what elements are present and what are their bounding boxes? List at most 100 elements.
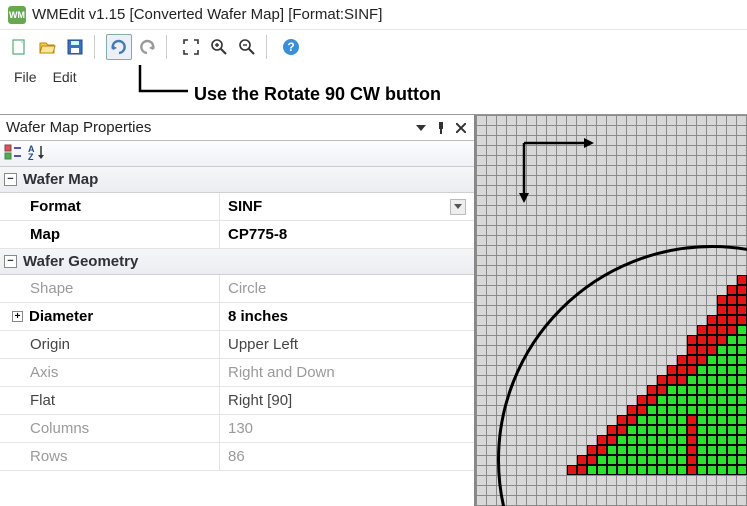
die-pass (687, 385, 697, 395)
die-fail (607, 435, 617, 445)
die-pass (717, 365, 727, 375)
prop-row-columns[interactable]: Columns 130 (0, 415, 474, 443)
die-pass (727, 405, 737, 415)
die-pass (707, 415, 717, 425)
prop-row-shape[interactable]: Shape Circle (0, 275, 474, 303)
die-pass (647, 405, 657, 415)
die-pass (727, 365, 737, 375)
alphabetical-view-button[interactable]: AZ (28, 144, 48, 163)
die-pass (727, 465, 737, 475)
die-pass (687, 395, 697, 405)
die-fail (677, 365, 687, 375)
die-fail (637, 395, 647, 405)
collapse-toggle[interactable]: − (4, 173, 17, 186)
prop-row-map[interactable]: Map CP775-8 (0, 221, 474, 249)
menu-edit[interactable]: Edit (47, 67, 83, 87)
help-button[interactable]: ? (278, 34, 304, 60)
die-fail (737, 285, 747, 295)
fit-screen-button[interactable] (178, 34, 204, 60)
format-dropdown-icon[interactable] (450, 199, 466, 215)
die-fail (727, 295, 737, 305)
die-fail (637, 405, 647, 415)
die-pass (707, 465, 717, 475)
die-pass (697, 365, 707, 375)
rotate-ccw-button[interactable] (134, 34, 160, 60)
category-label: Wafer Map (23, 171, 98, 188)
menu-file[interactable]: File (8, 67, 43, 87)
open-file-button[interactable] (34, 34, 60, 60)
prop-value: 130 (228, 420, 253, 437)
die-pass (677, 435, 687, 445)
die-pass (647, 465, 657, 475)
die-fail (687, 455, 697, 465)
wafer-map-view[interactable] (476, 115, 747, 506)
die-pass (617, 445, 627, 455)
prop-row-origin[interactable]: Origin Upper Left (0, 331, 474, 359)
prop-row-format[interactable]: Format SINF (0, 193, 474, 221)
save-file-button[interactable] (62, 34, 88, 60)
expand-toggle[interactable]: + (12, 311, 23, 322)
die-pass (717, 395, 727, 405)
die-pass (657, 455, 667, 465)
die-pass (677, 425, 687, 435)
die-pass (667, 425, 677, 435)
die-fail (617, 425, 627, 435)
die-pass (677, 465, 687, 475)
die-row (547, 455, 747, 465)
new-file-button[interactable] (6, 34, 32, 60)
panel-pin-icon[interactable] (434, 121, 448, 135)
categorized-view-button[interactable] (4, 144, 22, 163)
die-row (547, 385, 747, 395)
die-row (547, 395, 747, 405)
die-pass (707, 425, 717, 435)
die-fail (647, 395, 657, 405)
prop-key: Diameter (29, 308, 93, 325)
prop-row-axis[interactable]: Axis Right and Down (0, 359, 474, 387)
die-fail (697, 345, 707, 355)
die-fail (697, 355, 707, 365)
die-pass (727, 425, 737, 435)
die-grid (547, 275, 747, 506)
die-fail (737, 275, 747, 285)
die-pass (707, 445, 717, 455)
die-pass (717, 445, 727, 455)
die-pass (727, 385, 737, 395)
panel-dropdown-icon[interactable] (414, 121, 428, 135)
die-fail (687, 415, 697, 425)
zoom-out-button[interactable] (234, 34, 260, 60)
zoom-in-button[interactable] (206, 34, 232, 60)
panel-close-icon[interactable] (454, 121, 468, 135)
die-pass (707, 365, 717, 375)
die-row (547, 275, 747, 285)
die-pass (647, 445, 657, 455)
die-row (547, 285, 747, 295)
prop-row-flat[interactable]: Flat Right [90] (0, 387, 474, 415)
die-pass (737, 425, 747, 435)
die-fail (717, 295, 727, 305)
die-pass (717, 455, 727, 465)
die-fail (687, 355, 697, 365)
die-fail (697, 335, 707, 345)
app-icon: WM (8, 6, 26, 24)
die-pass (657, 405, 667, 415)
die-pass (667, 445, 677, 455)
collapse-toggle[interactable]: − (4, 255, 17, 268)
die-fail (647, 385, 657, 395)
die-pass (677, 455, 687, 465)
die-pass (707, 455, 717, 465)
die-fail (677, 375, 687, 385)
prop-row-diameter[interactable]: +Diameter 8 inches (0, 303, 474, 331)
die-pass (697, 425, 707, 435)
die-fail (657, 375, 667, 385)
die-pass (687, 375, 697, 385)
die-pass (617, 455, 627, 465)
prop-value: Right [90] (228, 392, 292, 409)
die-pass (657, 445, 667, 455)
die-fail (617, 415, 627, 425)
die-pass (727, 455, 737, 465)
die-pass (667, 385, 677, 395)
rotate-cw-button[interactable] (106, 34, 132, 60)
prop-row-rows[interactable]: Rows 86 (0, 443, 474, 471)
die-pass (647, 425, 657, 435)
die-pass (727, 415, 737, 425)
